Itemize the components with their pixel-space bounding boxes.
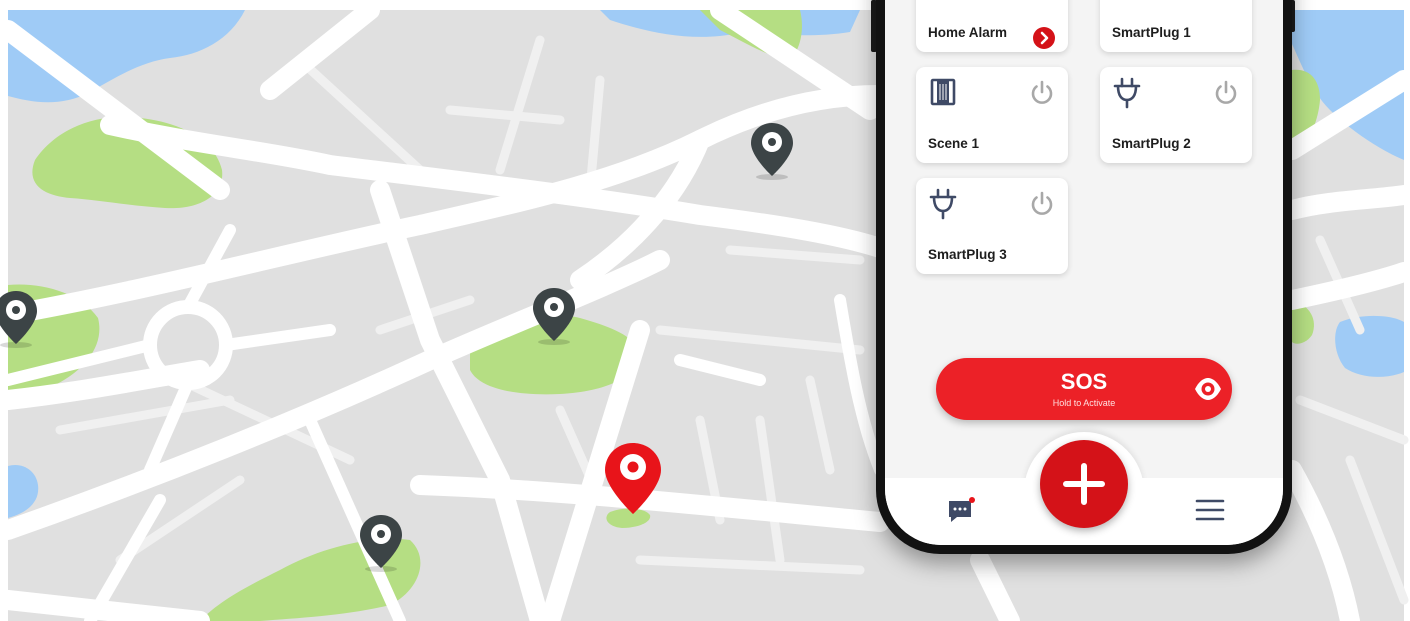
device-card-smartplug-2[interactable]: SmartPlug 2: [1100, 67, 1252, 163]
power-icon[interactable]: [1028, 190, 1056, 223]
scene-icon: [928, 77, 958, 112]
device-label: SmartPlug 3: [928, 247, 1007, 262]
sos-title: SOS: [1060, 369, 1108, 394]
active-location-pin-icon[interactable]: [601, 440, 665, 520]
device-card-smartplug-3[interactable]: SmartPlug 3: [916, 178, 1068, 274]
sos-subtitle: Hold to Activate: [1052, 398, 1116, 408]
app-screen: Home Alarm SmartPlug 1 Scene 1 SmartPlug…: [885, 0, 1283, 545]
eye-icon[interactable]: [1194, 377, 1222, 406]
location-pin-icon[interactable]: [530, 285, 578, 347]
device-card-scene-1[interactable]: Scene 1: [916, 67, 1068, 163]
device-label: SmartPlug 2: [1112, 136, 1191, 151]
device-card-home-alarm[interactable]: Home Alarm: [916, 0, 1068, 52]
sos-button[interactable]: SOS Hold to Activate: [936, 358, 1232, 420]
plug-icon: [1112, 77, 1142, 114]
location-pin-icon[interactable]: [748, 120, 796, 182]
device-label: SmartPlug 1: [1112, 25, 1191, 40]
location-pin-icon[interactable]: [357, 512, 405, 574]
chevron-right-circle-icon[interactable]: [1032, 26, 1056, 55]
device-label: Scene 1: [928, 136, 980, 151]
device-label: Home Alarm: [928, 25, 1008, 40]
power-icon[interactable]: [1028, 79, 1056, 112]
menu-icon[interactable]: [1195, 498, 1225, 527]
device-card-smartplug-1[interactable]: SmartPlug 1: [1100, 0, 1252, 52]
plug-icon: [1112, 0, 1142, 21]
chat-icon[interactable]: [947, 497, 977, 530]
power-icon[interactable]: [1212, 79, 1240, 112]
add-button[interactable]: [1040, 440, 1128, 528]
location-pin-icon[interactable]: [0, 288, 40, 350]
phone-frame: Home Alarm SmartPlug 1 Scene 1 SmartPlug…: [876, 0, 1292, 554]
plus-icon: [1063, 463, 1105, 505]
plug-icon: [928, 188, 958, 225]
